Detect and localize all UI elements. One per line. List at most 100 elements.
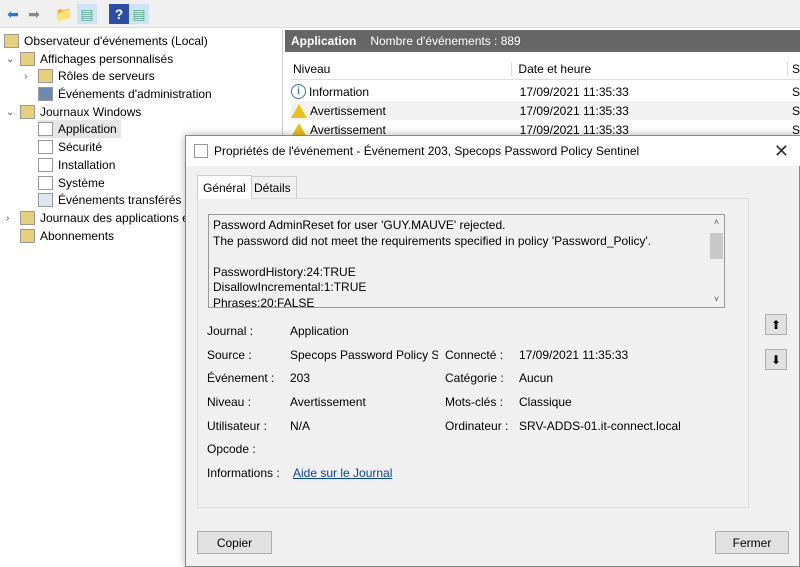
event-log-help-link[interactable]: Aide sur le Journal	[293, 466, 392, 480]
tree-label: Système	[58, 176, 105, 190]
close-icon[interactable]: ✕	[774, 141, 789, 162]
event-id-label: Événement :	[207, 371, 275, 385]
tree-label: Application	[58, 122, 117, 136]
level-label: Niveau :	[207, 395, 252, 409]
tree-app-logs[interactable]: › Journaux des applications e	[6, 209, 189, 227]
tree-label: Journaux Windows	[40, 105, 142, 119]
folder-computer-icon	[20, 105, 35, 119]
row-date: 17/09/2021 11:35:33	[519, 103, 629, 118]
tree-windows-logs[interactable]: ⌄ Journaux Windows	[6, 103, 141, 121]
message-line: The password did not meet the requiremen…	[213, 233, 652, 248]
tree-label: Sécurité	[58, 140, 103, 154]
source-label: Source :	[207, 348, 252, 362]
scroll-up-icon[interactable]: ˄	[709, 215, 724, 231]
tree-root[interactable]: Observateur d'événements (Local)	[4, 32, 208, 50]
user-label: Utilisateur :	[207, 419, 268, 433]
dialog-title: Propriétés de l'événement - Événement 20…	[214, 144, 640, 158]
column-source[interactable]: S	[786, 61, 800, 76]
arrow-up-icon: ⬆	[770, 317, 782, 332]
connected-value: 17/09/2021 11:35:33	[519, 348, 629, 362]
tree-forwarded[interactable]: Événements transférés	[38, 191, 181, 209]
help-icon[interactable]: ?	[109, 4, 129, 24]
row-source: S	[791, 84, 800, 99]
show-hide-tree-icon[interactable]: ▤	[77, 4, 97, 24]
log-icon	[38, 158, 53, 172]
source-value: Specops Password Policy Sen	[290, 348, 438, 362]
tree-server-roles[interactable]: › Rôles de serveurs	[24, 67, 155, 85]
message-line: Phrases:20:FALSE	[213, 295, 315, 308]
close-button[interactable]: Fermer	[715, 531, 789, 554]
chevron-down-icon[interactable]: ⌄	[6, 107, 14, 118]
table-row[interactable]: i Information 17/09/2021 11:35:33 S	[291, 82, 800, 101]
scrollbar[interactable]: ˄ ˅	[709, 215, 724, 307]
tree-label: Journaux des applications e	[40, 211, 189, 225]
tree-custom-views[interactable]: ⌄ Affichages personnalisés	[6, 50, 173, 68]
log-icon	[38, 122, 53, 136]
category-label: Catégorie :	[445, 371, 504, 385]
folder-icon	[20, 211, 35, 225]
row-date: 17/09/2021 11:35:33	[519, 84, 629, 99]
event-description[interactable]: Password AdminReset for user 'GUY.MAUVE'…	[208, 214, 725, 308]
tab-details[interactable]: Détails	[248, 176, 297, 198]
scroll-thumb[interactable]	[710, 232, 723, 259]
journal-label: Journal :	[207, 324, 254, 338]
subscriptions-icon	[20, 229, 35, 243]
filter-icon	[38, 87, 53, 101]
column-headers: Niveau Date et heure S	[291, 58, 800, 80]
previous-event-button[interactable]: ⬆	[765, 314, 787, 335]
row-source: S	[791, 103, 800, 118]
event-properties-dialog: Propriétés de l'événement - Événement 20…	[185, 135, 800, 567]
message-line: PasswordHistory:24:TRUE	[213, 264, 356, 279]
log-icon	[38, 176, 53, 190]
category-value: Aucun	[519, 371, 554, 385]
opcode-label: Opcode :	[207, 442, 256, 456]
column-level[interactable]: Niveau	[291, 62, 511, 76]
back-arrow-icon[interactable]: ⬅	[3, 4, 23, 24]
row-level: Information	[309, 84, 370, 99]
event-log-icon	[194, 144, 208, 158]
tree-admin-events[interactable]: Événements d'administration	[38, 85, 212, 103]
tree-system[interactable]: Système	[38, 174, 105, 192]
computer-label: Ordinateur :	[445, 419, 509, 433]
tree-application[interactable]: Application	[38, 120, 121, 138]
keywords-value: Classique	[519, 395, 572, 409]
table-row[interactable]: Avertissement 17/09/2021 11:35:33 S	[291, 101, 800, 120]
tree-setup[interactable]: Installation	[38, 156, 115, 174]
next-event-button[interactable]: ⬇	[765, 349, 787, 370]
dialog-title-bar: Propriétés de l'événement - Événement 20…	[186, 136, 800, 166]
tree-label: Observateur d'événements (Local)	[24, 34, 208, 48]
toolbar: ⬅ ➡ 📁 ▤ ? ▤	[0, 0, 800, 28]
event-viewer-icon	[4, 34, 19, 48]
tree-label: Rôles de serveurs	[58, 69, 155, 83]
keywords-label: Mots-clés :	[445, 395, 504, 409]
copy-button[interactable]: Copier	[197, 531, 272, 554]
column-date[interactable]: Date et heure	[511, 61, 787, 76]
level-value: Avertissement	[290, 395, 366, 409]
general-panel: Password AdminReset for user 'GUY.MAUVE'…	[197, 198, 749, 508]
up-folder-icon[interactable]: 📁	[54, 4, 74, 24]
warning-icon	[291, 103, 307, 118]
pane-header: Application Nombre d'événements : 889	[285, 30, 800, 52]
tab-general[interactable]: Général	[197, 175, 252, 199]
connected-label: Connecté :	[445, 348, 504, 362]
tree-security[interactable]: Sécurité	[38, 138, 102, 156]
chevron-right-icon[interactable]: ›	[6, 213, 9, 224]
row-level: Avertissement	[310, 103, 386, 118]
scroll-down-icon[interactable]: ˅	[709, 292, 724, 308]
tree-label: Abonnements	[40, 229, 115, 243]
folder-icon	[38, 69, 53, 83]
tree-label: Installation	[58, 158, 116, 172]
pane-title: Application	[291, 34, 357, 48]
computer-value: SRV-ADDS-01.it-connect.local	[519, 419, 681, 433]
tree-label: Événements d'administration	[58, 87, 212, 101]
info-label: Informations :	[207, 466, 280, 480]
log-icon	[38, 193, 53, 207]
tree-subscriptions[interactable]: Abonnements	[20, 227, 114, 245]
event-count: Nombre d'événements : 889	[370, 34, 521, 48]
show-hide-action-icon[interactable]: ▤	[129, 4, 149, 24]
forward-arrow-icon[interactable]: ➡	[24, 4, 44, 24]
chevron-down-icon[interactable]: ⌄	[6, 54, 14, 65]
chevron-right-icon[interactable]: ›	[24, 71, 27, 82]
log-icon	[38, 140, 53, 154]
